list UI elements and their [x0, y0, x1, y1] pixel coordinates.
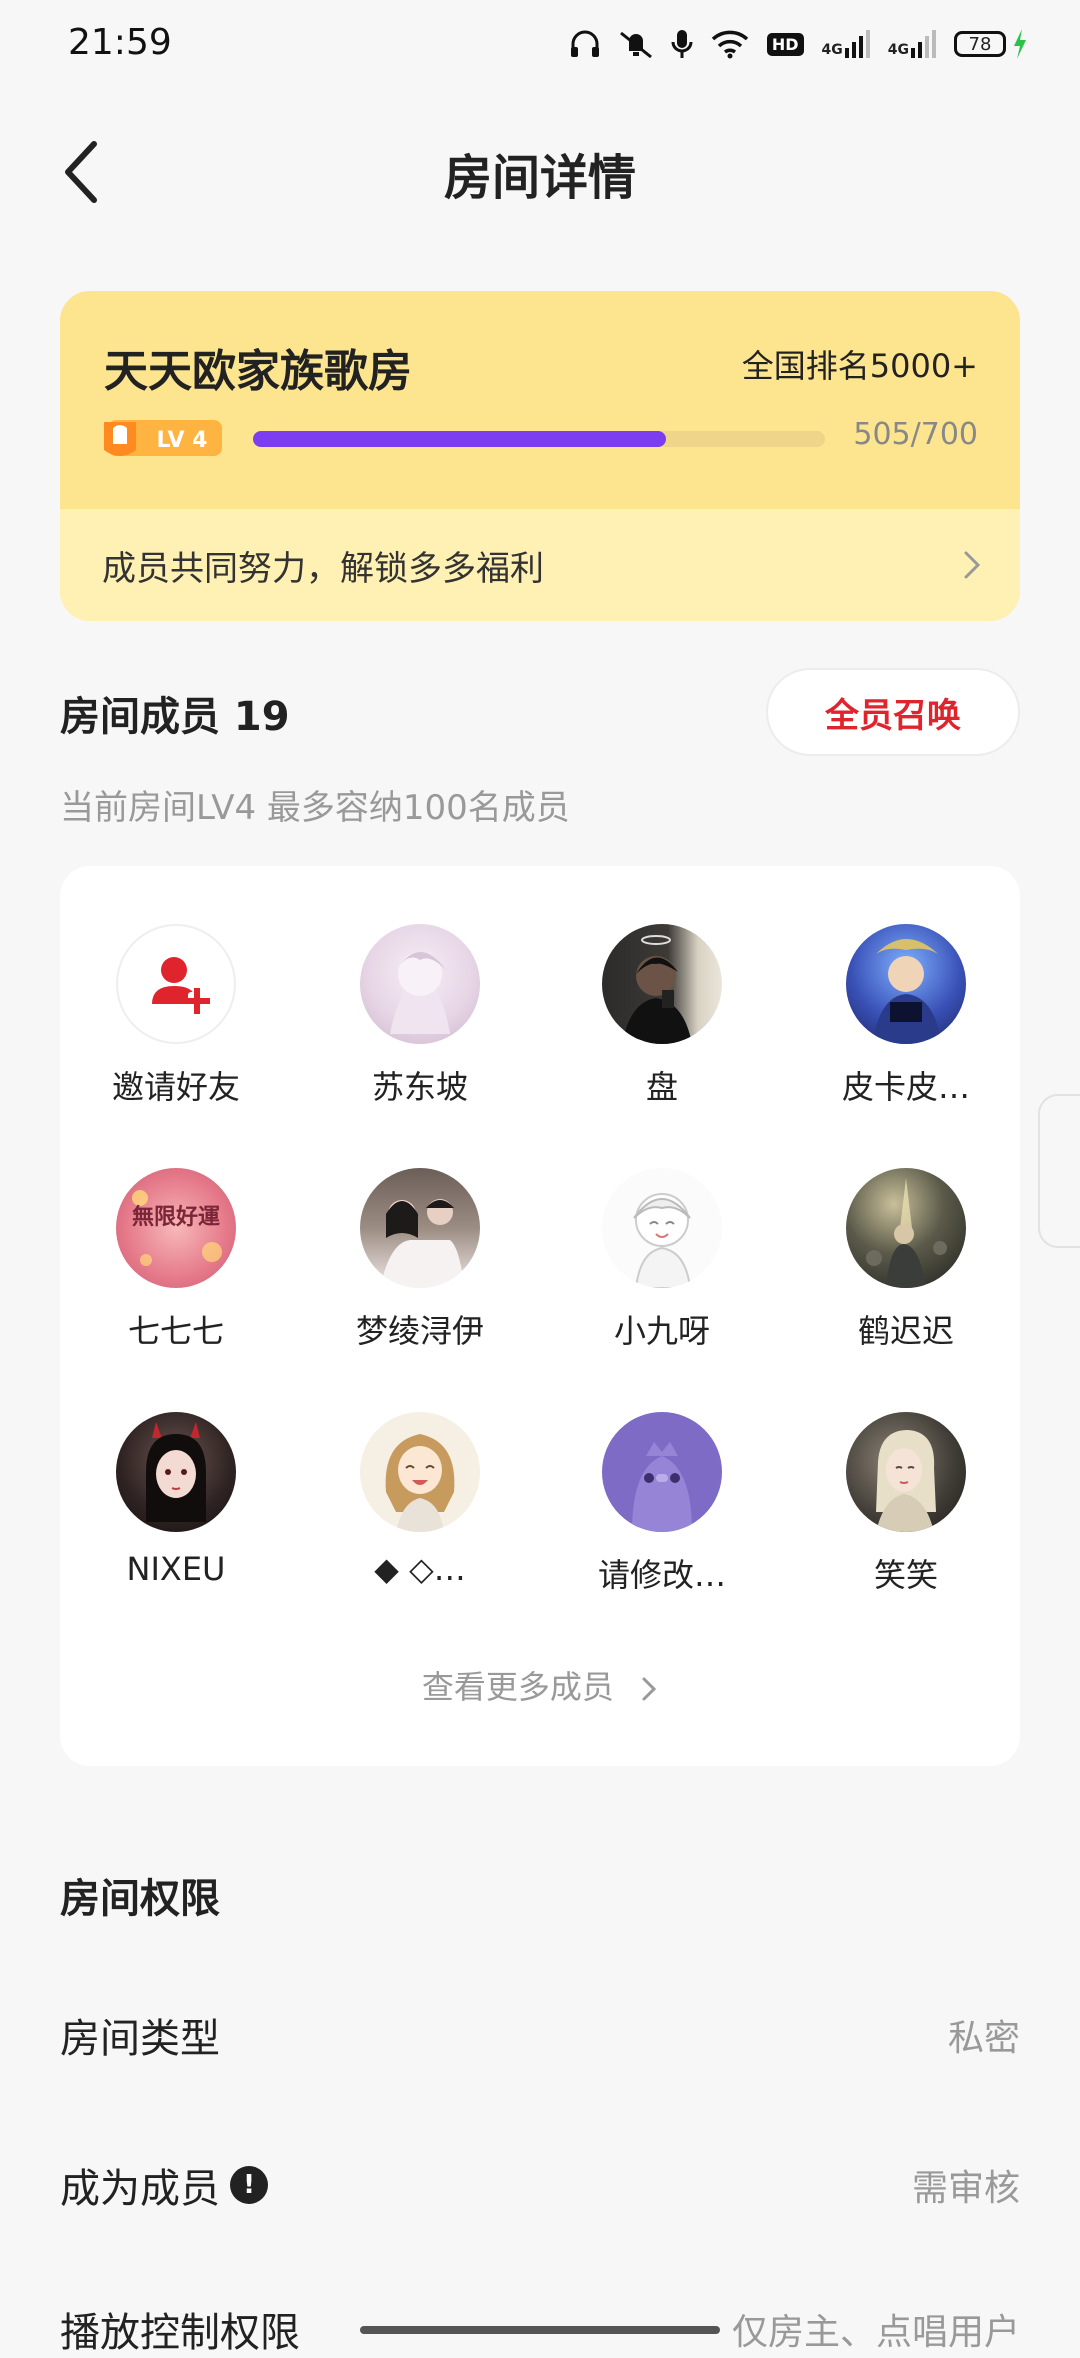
members-title: 房间成员 19: [60, 694, 290, 740]
level-badge-text: LV 4: [157, 428, 208, 453]
battery-icon: 78: [954, 29, 1028, 59]
member-name: 盘: [645, 1068, 678, 1106]
member-avatar: [116, 1412, 236, 1532]
member-name: 七七七: [127, 1312, 224, 1350]
view-more-members-link[interactable]: 查看更多成员: [60, 1662, 1020, 1708]
page-title: 房间详情: [443, 150, 636, 206]
member-name: NIXEU: [126, 1550, 226, 1588]
summon-all-button[interactable]: 全员召唤: [766, 668, 1020, 756]
member-item[interactable]: 鹤迟迟: [796, 1168, 1016, 1352]
signal-1-icon: 4G: [822, 30, 870, 58]
add-user-icon: [152, 957, 210, 1014]
benefit-row[interactable]: 成员共同努力，解锁多多福利: [60, 509, 1020, 621]
side-floating-handle[interactable]: [1038, 1094, 1080, 1248]
room-level-summary: 天天欧家族歌房 全国排名5000+ LV 4 505/700: [60, 291, 1020, 509]
microphone-icon: [671, 30, 693, 58]
avatar-caption: 無限好運: [132, 1204, 220, 1230]
vibrate-mute-icon: [619, 31, 652, 59]
member-avatar: [846, 1412, 966, 1532]
chevron-right-icon: [964, 551, 981, 579]
member-name: 小九呀: [613, 1312, 710, 1350]
membership-label: 成为成员: [60, 2166, 220, 2212]
playback-control-value: 仅房主、点唱用户: [731, 2312, 1020, 2353]
member-item[interactable]: 小九呀: [552, 1168, 772, 1352]
members-grid: 邀请好友 苏东坡 盘 皮卡皮… 無限好運 七七七 梦绫浔伊 小九呀 鹤迟迟 NI…: [60, 866, 1020, 1766]
member-avatar: [602, 1168, 722, 1288]
level-progress-fill: [253, 431, 666, 447]
level-progress-bar: [253, 431, 825, 447]
default-avatar-icon: [632, 1442, 692, 1532]
member-item[interactable]: 無限好運 七七七: [66, 1168, 286, 1352]
permissions-title: 房间权限: [60, 1876, 220, 1922]
member-name: 皮卡皮…: [841, 1068, 970, 1106]
room-type-label: 房间类型: [60, 2016, 220, 2062]
invite-friend-item[interactable]: 邀请好友: [66, 924, 286, 1108]
signal-2-icon: 4G: [888, 30, 936, 58]
member-name: 苏东坡: [371, 1068, 468, 1106]
member-item[interactable]: 苏东坡: [310, 924, 530, 1108]
hd-badge: HD: [766, 32, 804, 56]
member-avatar: [846, 924, 966, 1044]
membership-label-group: 成为成员 !: [60, 2156, 268, 2214]
member-name: 邀请好友: [111, 1068, 240, 1106]
member-name: 鹤迟迟: [857, 1312, 954, 1350]
member-avatar: [360, 924, 480, 1044]
member-avatar: [602, 1412, 722, 1532]
room-name: 天天欧家族歌房: [104, 346, 412, 397]
info-icon[interactable]: !: [230, 2166, 268, 2204]
level-badge: LV 4: [104, 420, 222, 456]
member-avatar: [846, 1168, 966, 1288]
national-rank: 全国排名5000+: [741, 347, 978, 385]
member-item[interactable]: NIXEU: [66, 1412, 286, 1588]
member-avatar: [360, 1168, 480, 1288]
member-name: 笑笑: [873, 1556, 938, 1594]
member-item[interactable]: ◆ ◇…: [310, 1412, 530, 1588]
status-time: 21:59: [68, 22, 172, 63]
playback-control-label: 播放控制权限: [60, 2310, 300, 2356]
members-capacity-text: 当前房间LV4 最多容纳100名成员: [60, 788, 570, 828]
headphones-icon: [570, 30, 599, 57]
room-level-card: 天天欧家族歌房 全国排名5000+ LV 4 505/700 成员共同努力，解锁…: [60, 291, 1020, 621]
home-indicator[interactable]: [360, 2326, 720, 2334]
member-item[interactable]: 请修改…: [552, 1412, 772, 1596]
member-item[interactable]: 梦绫浔伊: [310, 1168, 530, 1352]
membership-value: 需审核: [911, 2168, 1020, 2209]
status-icons: HD 4G 4G 78: [569, 28, 1028, 60]
view-more-label: 查看更多成员: [421, 1668, 614, 1706]
member-name: ◆ ◇…: [374, 1550, 466, 1588]
benefit-text: 成员共同努力，解锁多多福利: [102, 549, 544, 589]
room-type-row[interactable]: 房间类型 私密: [60, 2006, 1020, 2064]
chevron-right-icon: [642, 1677, 657, 1701]
member-item[interactable]: 笑笑: [796, 1412, 1016, 1596]
level-progress-text: 505/700: [853, 417, 978, 452]
member-name: 请修改…: [597, 1556, 726, 1594]
member-item[interactable]: 盘: [552, 924, 772, 1108]
member-avatar: [602, 924, 722, 1044]
wifi-icon: [711, 30, 749, 59]
charging-icon: [1014, 29, 1026, 59]
invite-avatar: [116, 924, 236, 1044]
room-type-value: 私密: [947, 2018, 1020, 2059]
member-avatar: 無限好運: [116, 1168, 236, 1288]
member-item[interactable]: 皮卡皮…: [796, 924, 1016, 1108]
member-name: 梦绫浔伊: [355, 1312, 484, 1350]
member-avatar: [360, 1412, 480, 1532]
membership-row[interactable]: 成为成员 ! 需审核: [60, 2156, 1020, 2214]
